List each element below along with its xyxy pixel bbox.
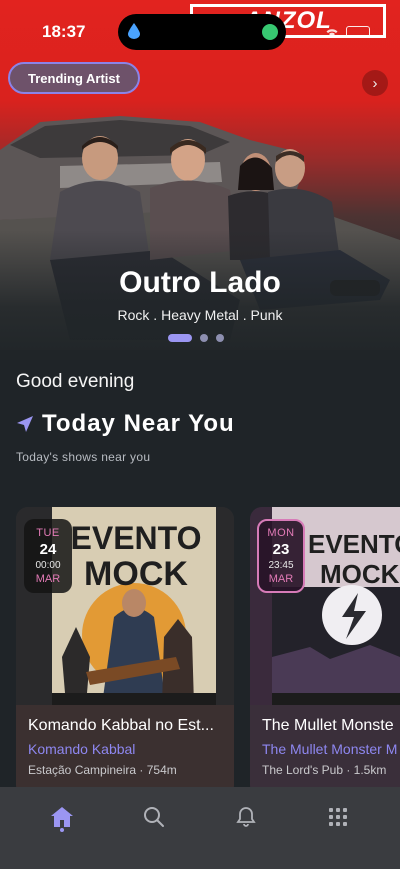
svg-text:EVENTO: EVENTO [308, 529, 400, 559]
tab-more[interactable] [318, 797, 358, 837]
search-icon [144, 807, 164, 827]
svg-text:MOCK: MOCK [84, 555, 188, 593]
carousel-indicator [168, 334, 224, 342]
battery-icon [346, 26, 370, 38]
date-month: MAR [35, 573, 61, 585]
chevron-right-icon[interactable]: › [362, 70, 388, 96]
carousel-dot[interactable] [216, 334, 224, 342]
section-subtitle: Today's shows near you [16, 450, 151, 464]
tab-notifications[interactable] [226, 797, 266, 837]
water-drop-icon [128, 23, 140, 39]
near-you-heading: Today Near You [16, 410, 235, 438]
svg-text:MOCK: MOCK [320, 559, 400, 589]
location-arrow-icon [17, 416, 33, 432]
event-card[interactable]: EVENTO MOCK MON 23 23:45 MAR The Mullet … [250, 507, 400, 797]
home-icon [51, 807, 73, 827]
trending-artist-hero[interactable]: ANZOL Trending Artist › Outro Lado Rock … [0, 0, 400, 360]
date-weekday: TUE [36, 527, 60, 539]
date-weekday: MON [267, 527, 295, 539]
event-venue: The Lord's Pub · 1.5km [262, 763, 387, 777]
event-date-badge: MON 23 23:45 MAR [257, 519, 305, 593]
bottom-tab-bar [0, 787, 400, 869]
hero-genres: Rock . Heavy Metal . Punk [117, 307, 283, 323]
date-time: 00:00 [35, 560, 61, 571]
event-artist[interactable]: The Mullet Monster M [262, 741, 397, 757]
event-venue: Estação Campineira · 754m [28, 763, 177, 777]
event-info: Komando Kabbal no Est... Komando Kabbal … [16, 705, 234, 797]
date-day: 24 [39, 541, 57, 558]
event-date-badge: TUE 24 00:00 MAR [24, 519, 72, 593]
checkmark-icon [262, 24, 278, 40]
event-card[interactable]: EVENTO MOCK TUE 24 00:00 MAR Komando Kab… [16, 507, 234, 797]
svg-text:EVENTO: EVENTO [71, 520, 202, 556]
date-time: 23:45 [268, 560, 294, 571]
carousel-dot-active[interactable] [168, 334, 192, 342]
bell-icon [236, 807, 256, 827]
trending-artist-badge[interactable]: Trending Artist [8, 62, 140, 94]
date-day: 23 [272, 541, 290, 558]
carousel-dot[interactable] [200, 334, 208, 342]
event-artist[interactable]: Komando Kabbal [28, 741, 135, 757]
event-title[interactable]: Komando Kabbal no Est... [28, 717, 214, 735]
status-icons [324, 26, 370, 38]
date-month: MAR [268, 573, 294, 585]
active-tab-indicator [60, 828, 64, 832]
wifi-icon [326, 29, 338, 37]
tab-search[interactable] [134, 797, 174, 837]
hero-artist-name[interactable]: Outro Lado [0, 266, 400, 300]
grid-icon [329, 808, 347, 826]
status-time: 18:37 [42, 22, 86, 41]
dynamic-island [118, 14, 286, 50]
section-title: Today Near You [42, 410, 235, 437]
greeting-text: Good evening [16, 371, 135, 392]
event-title[interactable]: The Mullet Monste [262, 717, 394, 735]
event-info: The Mullet Monste The Mullet Monster M T… [250, 705, 400, 797]
